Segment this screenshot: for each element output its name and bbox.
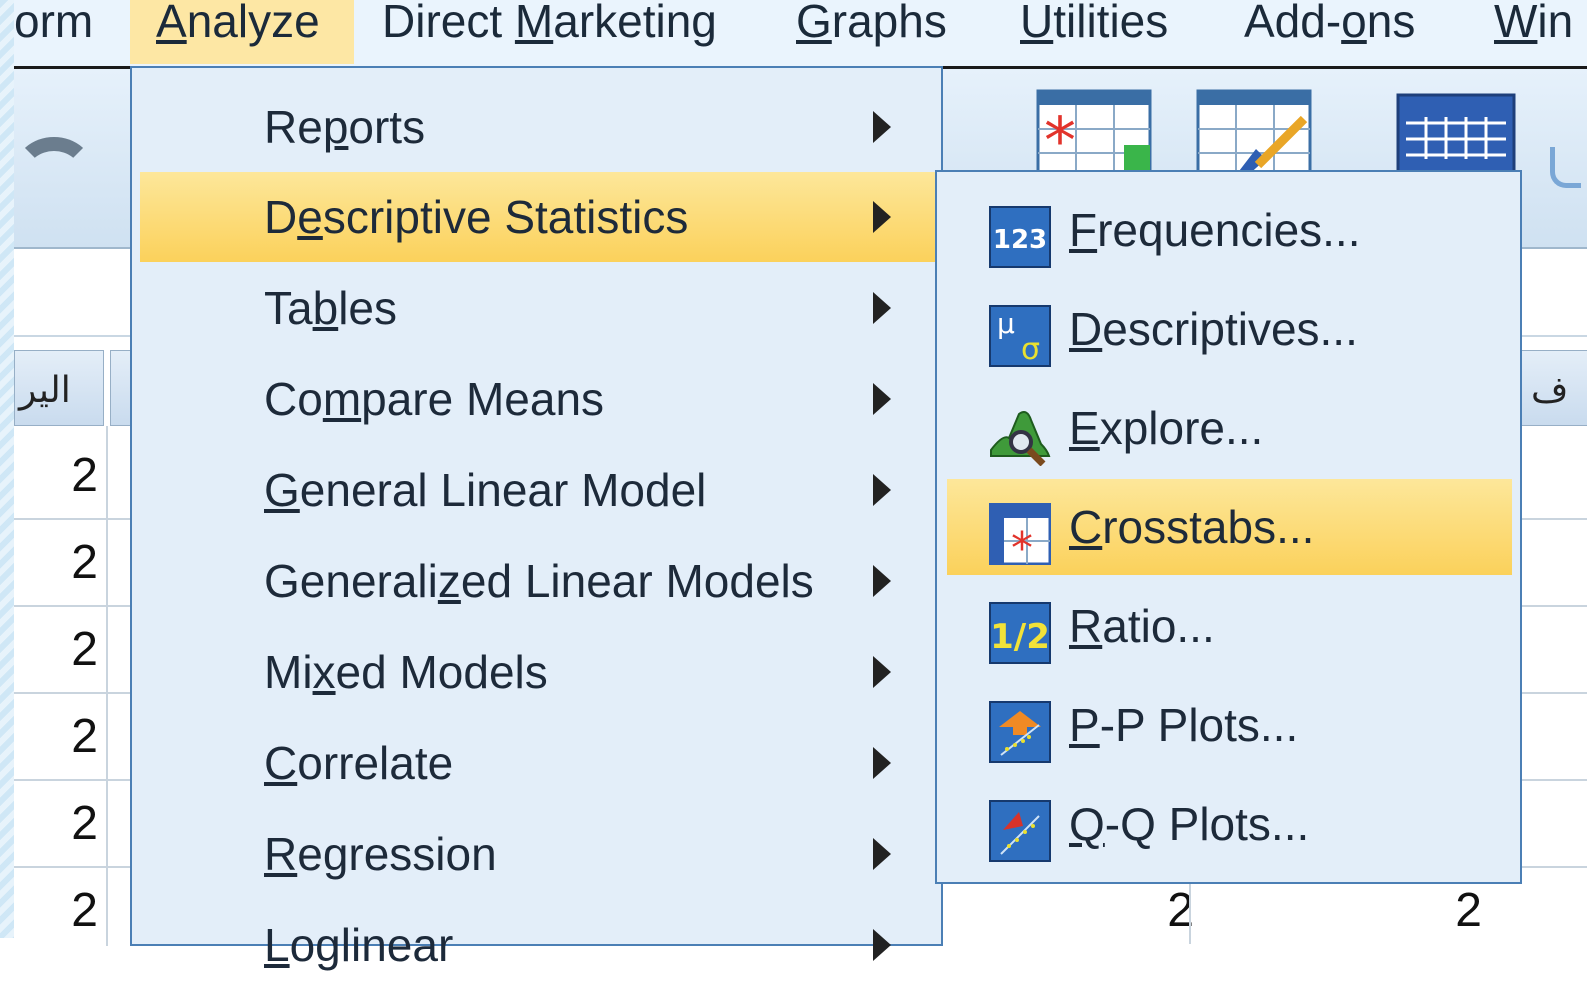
- menu-item-label: Tables: [264, 282, 397, 334]
- table-cell[interactable]: 2: [28, 881, 98, 941]
- submenu-item-label: Crosstabs...: [1069, 501, 1315, 553]
- table-cell[interactable]: 2: [28, 446, 98, 506]
- submenu-item-label: Q-Q Plots...: [1069, 798, 1310, 850]
- menu-item-tables[interactable]: Tables: [140, 263, 935, 353]
- submenu-item-pp-plots[interactable]: P-P Plots...: [947, 677, 1512, 773]
- submenu-item-qq-plots[interactable]: Q-Q Plots...: [947, 776, 1512, 872]
- submenu-arrow-icon: [873, 747, 891, 779]
- submenu-item-label: Frequencies...: [1069, 204, 1361, 256]
- menu-utilities[interactable]: Utilities: [1020, 0, 1168, 64]
- menu-item-label: Mixed Models: [264, 646, 548, 698]
- menu-graphs[interactable]: Graphs: [796, 0, 947, 64]
- menu-add-ons[interactable]: Add-ons: [1244, 0, 1415, 64]
- table-cell[interactable]: 2: [28, 620, 98, 680]
- menu-item-label: Correlate: [264, 737, 454, 789]
- table-cell[interactable]: 2: [1412, 881, 1482, 941]
- descriptives-icon: μ σ: [989, 305, 1051, 367]
- menu-item-label: Regression: [264, 828, 497, 880]
- submenu-item-frequencies[interactable]: 123 Frequencies...: [947, 182, 1512, 278]
- column-header-label: ف: [1531, 369, 1569, 410]
- descriptive-statistics-submenu: 123 Frequencies... μ σ Descriptives... E…: [935, 170, 1522, 884]
- column-header[interactable]: ف: [1516, 350, 1587, 426]
- undo-icon[interactable]: [14, 137, 94, 207]
- menu-item-label: General Linear Model: [264, 464, 707, 516]
- descriptives-icon-mu: μ: [997, 307, 1015, 340]
- data-grid-icon[interactable]: [1396, 93, 1516, 177]
- menubar: orm Analyze Direct Marketing Graphs Util…: [14, 0, 1587, 69]
- submenu-arrow-icon: [873, 838, 891, 870]
- insert-variable-icon[interactable]: [1196, 89, 1314, 179]
- submenu-arrow-icon: [873, 383, 891, 415]
- submenu-item-ratio[interactable]: 1/2 Ratio...: [947, 578, 1512, 674]
- submenu-item-label: Descriptives...: [1069, 303, 1358, 355]
- frequencies-icon-text: 123: [993, 225, 1047, 255]
- menu-item-correlate[interactable]: Correlate: [140, 718, 935, 808]
- ratio-icon: 1/2: [989, 602, 1051, 664]
- pp-plots-icon: [989, 701, 1051, 763]
- frequencies-icon: 123: [989, 206, 1051, 268]
- menu-item-label: Reports: [264, 101, 426, 153]
- menu-item-compare-means[interactable]: Compare Means: [140, 354, 935, 444]
- menu-analyze[interactable]: Analyze: [130, 0, 354, 64]
- menu-item-label: Generalized Linear Models: [264, 555, 814, 607]
- menu-item-generalized-linear-models[interactable]: Generalized Linear Models: [140, 536, 935, 626]
- table-cell[interactable]: 2: [1124, 881, 1194, 941]
- menu-item-label: Compare Means: [264, 373, 605, 425]
- column-header-label: الير: [19, 369, 71, 410]
- partial-toolbar-icon[interactable]: [1550, 147, 1581, 188]
- submenu-arrow-icon: [873, 656, 891, 688]
- menu-item-loglinear[interactable]: Loglinear: [140, 900, 935, 990]
- submenu-item-descriptives[interactable]: μ σ Descriptives...: [947, 281, 1512, 377]
- menu-item-reports[interactable]: Reports: [140, 82, 935, 172]
- submenu-arrow-icon: [873, 111, 891, 143]
- submenu-item-label: Ratio...: [1069, 600, 1215, 652]
- submenu-arrow-icon: [873, 929, 891, 961]
- submenu-arrow-icon: [873, 201, 891, 233]
- menu-direct-marketing[interactable]: Direct Marketing: [382, 0, 717, 64]
- crosstabs-icon: *: [989, 503, 1051, 565]
- descriptives-icon-sigma: σ: [1021, 332, 1040, 367]
- table-cell[interactable]: 2: [28, 707, 98, 767]
- ratio-icon-text: 1/2: [990, 617, 1050, 657]
- svg-text:*: *: [1011, 523, 1033, 565]
- submenu-arrow-icon: [873, 292, 891, 324]
- menu-item-general-linear-model[interactable]: General Linear Model: [140, 445, 935, 535]
- window-edge: [0, 0, 14, 938]
- table-cell[interactable]: 2: [28, 533, 98, 593]
- submenu-item-crosstabs[interactable]: * Crosstabs...: [947, 479, 1512, 575]
- column-header[interactable]: الير: [14, 350, 104, 426]
- menu-item-mixed-models[interactable]: Mixed Models: [140, 627, 935, 717]
- submenu-arrow-icon: [873, 565, 891, 597]
- insert-cases-icon[interactable]: *: [1036, 89, 1154, 179]
- menu-item-label: Descriptive Statistics: [264, 191, 689, 243]
- column-divider: [106, 426, 108, 946]
- column-divider: [1189, 884, 1191, 944]
- submenu-item-label: P-P Plots...: [1069, 699, 1299, 751]
- menu-item-descriptive-statistics[interactable]: Descriptive Statistics: [140, 172, 935, 262]
- qq-plots-icon: [989, 800, 1051, 862]
- submenu-arrow-icon: [873, 474, 891, 506]
- table-cell[interactable]: 2: [28, 794, 98, 854]
- submenu-item-explore[interactable]: Explore...: [947, 380, 1512, 476]
- menu-transform[interactable]: orm: [14, 0, 93, 64]
- menu-window[interactable]: Win: [1494, 0, 1573, 64]
- menu-item-regression[interactable]: Regression: [140, 809, 935, 899]
- submenu-item-label: Explore...: [1069, 402, 1264, 454]
- svg-text:*: *: [1044, 105, 1076, 179]
- explore-icon: [990, 411, 1051, 466]
- analyze-menu: Reports Descriptive Statistics Tables Co…: [130, 66, 943, 971]
- menu-item-label: Loglinear: [264, 919, 454, 971]
